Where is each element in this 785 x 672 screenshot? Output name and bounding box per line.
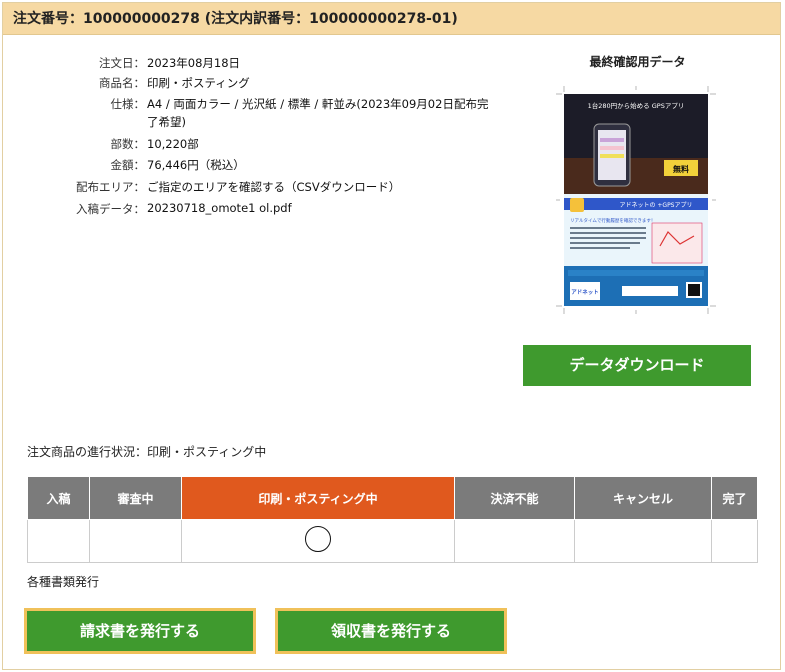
quantity-label: 部数：	[110, 137, 146, 151]
order-header: 注文番号：100000000278 (注文内訳番号：100000000278-0…	[3, 3, 780, 35]
order-date-value: 2023年08月18日	[147, 56, 241, 70]
spec-value: A4 / 両面カラー / 光沢紙 / 標準 / 軒並み(2023年09月02日配…	[147, 97, 489, 111]
file-link[interactable]: 20230718_omote1 ol.pdf	[147, 201, 292, 215]
progress-cell	[574, 519, 712, 563]
issue-receipt-button[interactable]: 領収書を発行する	[275, 608, 507, 654]
flyer-band-title: アドネットの +GPSアプリ	[619, 202, 692, 209]
spec-value-cont: 了希望)	[147, 115, 186, 129]
current-step-circle-icon	[305, 526, 331, 552]
progress-cell	[89, 519, 182, 563]
progress-cell	[27, 519, 90, 563]
amount-label: 金額：	[110, 158, 146, 172]
preview-title: 最終確認用データ	[589, 55, 686, 69]
flyer-headline: 1台280円から始める GPSアプリ	[588, 101, 685, 110]
progress-cell	[711, 519, 758, 563]
progress-step-review: 審査中	[89, 476, 182, 520]
progress-status-row	[27, 519, 758, 563]
data-download-button[interactable]: データダウンロード	[523, 345, 751, 386]
documents-label: 各種書類発行	[27, 575, 100, 589]
progress-cell	[454, 519, 575, 563]
progress-step-printing-active: 印刷・ポスティング中	[181, 476, 455, 520]
progress-step-submitted: 入稿	[27, 476, 90, 520]
progress-header-row: 入稿 審査中 印刷・ポスティング中 決済不能 キャンセル 完了	[27, 476, 758, 520]
spec-label: 仕様：	[110, 97, 146, 111]
progress-status-text: 注文商品の進行状況：印刷・ポスティング中	[27, 445, 267, 459]
amount-value: 76,446円（税込）	[147, 158, 245, 172]
progress-step-complete: 完了	[711, 476, 758, 520]
progress-step-cancel: キャンセル	[574, 476, 712, 520]
progress-step-payment-failed: 決済不能	[454, 476, 575, 520]
progress-cell-current	[181, 519, 455, 563]
progress-table: 入稿 審査中 印刷・ポスティング中 決済不能 キャンセル 完了	[27, 476, 758, 563]
product-value: 印刷・ポスティング	[147, 76, 250, 90]
area-label: 配布エリア：	[76, 180, 145, 194]
quantity-value: 10,220部	[147, 137, 199, 151]
flyer-sub-title: リアルタイムで行動履歴を確認できます！	[570, 217, 655, 224]
order-date-label: 注文日：	[99, 56, 145, 70]
flyer-brand: アドネット	[571, 288, 599, 296]
flyer-badge: 無料	[673, 164, 689, 174]
product-label: 商品名：	[99, 76, 145, 90]
flyer-preview-image: 1台280円から始める GPSアプリ 無料 アドネットの +GPSアプリ リアル…	[556, 86, 716, 314]
issue-invoice-button[interactable]: 請求書を発行する	[24, 608, 256, 654]
file-label: 入稿データ：	[76, 202, 145, 216]
area-csv-link[interactable]: ご指定のエリアを確認する（CSVダウンロード）	[147, 179, 400, 195]
